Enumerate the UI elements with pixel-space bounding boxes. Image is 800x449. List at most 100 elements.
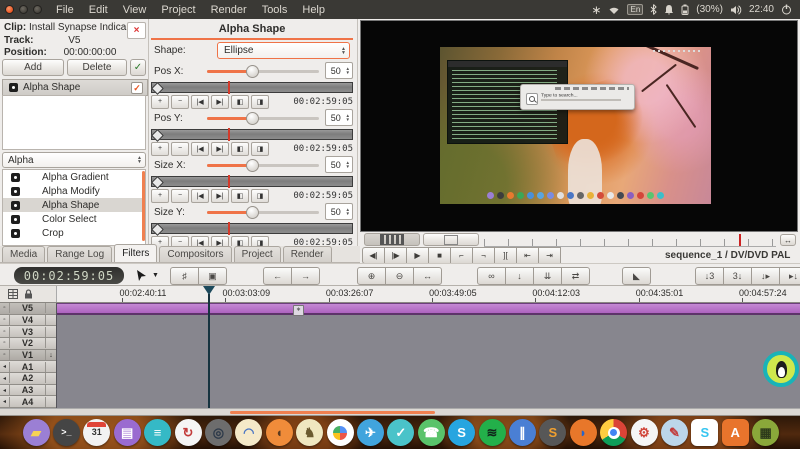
play-button[interactable]: ▶: [406, 247, 429, 264]
next-keyframe-button[interactable]: ▶|: [211, 95, 229, 109]
param-slider[interactable]: [207, 117, 319, 120]
mark-in-button[interactable]: ⌐: [450, 247, 473, 264]
dock-telegram-icon[interactable]: ✈: [357, 419, 384, 446]
next-keyframe-button[interactable]: ▶|: [211, 142, 229, 156]
keyframe-bar[interactable]: [151, 223, 353, 234]
delete-keyframe-button[interactable]: −: [171, 142, 189, 156]
next-keyframe-button[interactable]: ▶|: [211, 236, 229, 247]
keyboard-layout-indicator[interactable]: En: [627, 4, 643, 15]
menu-file[interactable]: File: [56, 4, 74, 16]
timeline-tracks[interactable]: ∗ ▫V5▫V4▫V3▫V2▫V1↓◂A1◂A2◂A3◂A4: [0, 303, 800, 408]
filter-stack-item[interactable]: Alpha Shape ✓: [2, 79, 148, 96]
track-head-a2[interactable]: ◂A2: [0, 373, 56, 385]
keyframe-bar[interactable]: [151, 176, 353, 187]
monitor-frame-ruler[interactable]: [484, 234, 776, 247]
keyframe-after-button[interactable]: ◨: [251, 142, 269, 156]
menu-help[interactable]: Help: [302, 4, 325, 16]
to-mark-in-button[interactable]: ⇤: [516, 247, 539, 264]
menu-view[interactable]: View: [123, 4, 147, 16]
filter-list-scrollbar[interactable]: [142, 171, 145, 241]
prev-keyframe-button[interactable]: |◀: [191, 189, 209, 203]
session-power-icon[interactable]: [781, 4, 792, 15]
slider-handle[interactable]: [246, 65, 259, 78]
param-spinbox[interactable]: 50 ▲▼: [325, 109, 353, 126]
prev-keyframe-button[interactable]: |◀: [191, 95, 209, 109]
prev-frame-button[interactable]: ◀|: [362, 247, 385, 264]
keyframe-after-button[interactable]: ◨: [251, 236, 269, 247]
dock-game-icon[interactable]: ♞: [296, 419, 323, 446]
dock-gimp-icon[interactable]: ◖: [266, 419, 293, 446]
dock-terminal-icon[interactable]: >_: [53, 419, 80, 446]
track-head-v2[interactable]: ▫V2: [0, 338, 56, 350]
window-close-button[interactable]: [5, 5, 14, 14]
prev-keyframe-button[interactable]: |◀: [191, 142, 209, 156]
undo-button[interactable]: ←: [263, 267, 292, 285]
spinbox-arrows-icon[interactable]: ▲▼: [346, 161, 352, 169]
dock-pen-icon[interactable]: ✎: [661, 419, 688, 446]
indicator-icon[interactable]: ∗: [591, 3, 601, 17]
zoom-in-button[interactable]: ⊕: [357, 267, 386, 285]
resync-button[interactable]: ⇄: [561, 267, 590, 285]
keyframe-bar[interactable]: [151, 82, 353, 93]
window-minimize-button[interactable]: [19, 5, 28, 14]
dock-viber-icon[interactable]: ☎: [418, 419, 445, 446]
zoom-fit-button[interactable]: ↔: [413, 267, 442, 285]
track-head-a4[interactable]: ◂A4: [0, 396, 56, 408]
track-head-v3[interactable]: ▫V3: [0, 326, 56, 338]
overwrite-range-button[interactable]: ↓3: [695, 267, 724, 285]
timeline-view-button[interactable]: [364, 233, 420, 246]
keyframe-diamond-icon[interactable]: [151, 129, 164, 142]
keyframe-before-button[interactable]: ◧: [231, 142, 249, 156]
monitor-fit-button[interactable]: ↔: [780, 234, 796, 246]
dock-software-store-icon[interactable]: A: [722, 419, 749, 446]
filter-list-item[interactable]: Alpha Gradient: [3, 170, 145, 184]
to-mark-out-button[interactable]: ⇥: [538, 247, 561, 264]
zoom-out-button[interactable]: ⊖: [385, 267, 414, 285]
filter-list-item[interactable]: Alpha Shape: [3, 198, 145, 212]
next-keyframe-button[interactable]: ▶|: [211, 189, 229, 203]
param-slider[interactable]: [207, 70, 319, 73]
timeline-clip[interactable]: ∗: [57, 303, 800, 315]
stop-button[interactable]: ■: [428, 247, 451, 264]
overwrite-clip-button[interactable]: 3↓: [723, 267, 752, 285]
add-keyframe-button[interactable]: +: [151, 189, 169, 203]
dock-screenshot-icon[interactable]: ◎: [205, 419, 232, 446]
prev-keyframe-button[interactable]: |◀: [191, 236, 209, 247]
keyframe-after-button[interactable]: ◨: [251, 189, 269, 203]
tab-render[interactable]: Render: [283, 246, 332, 262]
param-slider[interactable]: [207, 211, 319, 214]
splice-out-button[interactable]: ∞: [477, 267, 506, 285]
monitor-video-area[interactable]: Type to search...: [360, 20, 798, 232]
tab-project[interactable]: Project: [234, 246, 281, 262]
tool-dropdown-caret[interactable]: ▼: [152, 272, 159, 279]
spinbox-arrows-icon[interactable]: ▲▼: [346, 67, 352, 75]
keyframe-diamond-icon[interactable]: [151, 176, 164, 189]
append-clip-button[interactable]: ▸↓: [779, 267, 800, 285]
timeline-hscrollbar[interactable]: [0, 408, 800, 416]
tab-media[interactable]: Media: [2, 246, 45, 262]
keyframe-after-button[interactable]: ◨: [251, 95, 269, 109]
slider-handle[interactable]: [246, 159, 259, 172]
tab-compositors[interactable]: Compositors: [159, 246, 231, 262]
keyframe-before-button[interactable]: ◧: [231, 189, 249, 203]
dock-spotify-icon[interactable]: ≋: [479, 419, 506, 446]
menu-render[interactable]: Render: [211, 4, 247, 16]
dock-weather-icon[interactable]: ◠: [235, 419, 262, 446]
timeline-ruler[interactable]: 00:02:40:1100:03:03:0900:03:26:0700:03:4…: [0, 286, 800, 303]
dock-firefox-icon[interactable]: ◗: [570, 419, 597, 446]
menu-project[interactable]: Project: [161, 4, 195, 16]
menu-tools[interactable]: Tools: [262, 4, 288, 16]
filter-active-checkbox[interactable]: ✓: [131, 82, 143, 94]
dock-calendar-icon[interactable]: 31: [83, 419, 110, 446]
filter-list-item[interactable]: Crop: [3, 226, 145, 240]
param-spinbox[interactable]: 50 ▲▼: [325, 203, 353, 220]
wifi-icon[interactable]: [608, 5, 620, 15]
lift-button[interactable]: ↓: [505, 267, 534, 285]
track-head-v4[interactable]: ▫V4: [0, 315, 56, 327]
dock-chrome-icon[interactable]: [600, 419, 627, 446]
next-frame-button[interactable]: |▶: [384, 247, 407, 264]
param-slider[interactable]: [207, 164, 319, 167]
track-head-v1[interactable]: ▫V1↓: [0, 350, 56, 362]
filter-settings-button[interactable]: ♯: [170, 267, 199, 285]
menu-edit[interactable]: Edit: [89, 4, 108, 16]
